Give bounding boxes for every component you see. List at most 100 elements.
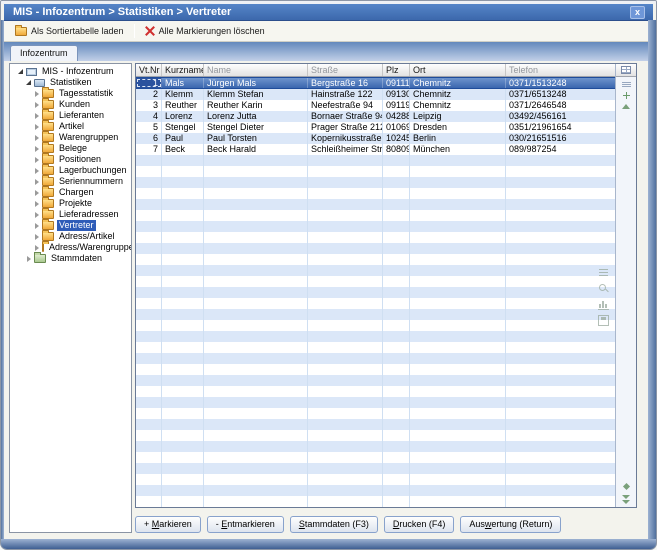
column-header-stra-e[interactable]: Straße [308, 64, 383, 76]
tree-item-mis-infozentrum[interactable]: MIS - Infozentrum [10, 66, 131, 77]
expand-arrow-icon[interactable] [32, 102, 41, 108]
empty-cell [204, 199, 308, 210]
expand-arrow-icon[interactable] [32, 234, 41, 240]
column-header-name[interactable]: Name [204, 64, 308, 76]
expand-arrow-icon[interactable] [32, 113, 41, 119]
column-chooser-icon[interactable] [621, 66, 631, 74]
column-header-telefon[interactable]: Telefon [506, 64, 615, 76]
cell: 04288 [383, 111, 410, 122]
table-row[interactable]: 2KlemmKlemm StefanHainstraße 12209130Che… [136, 89, 615, 100]
tree-item-artikel[interactable]: Artikel [10, 121, 131, 132]
tree-item-adress-artikel[interactable]: Adress/Artikel [10, 231, 131, 242]
auswertung-button[interactable]: Auswertung (Return) [460, 516, 561, 533]
expand-arrow-icon[interactable] [32, 91, 41, 97]
expand-arrow-icon[interactable] [32, 201, 41, 207]
data-grid: Vt.NrKurznameNameStraßePlzOrtTelefon 1Ma… [135, 63, 637, 508]
markieren-button[interactable]: + Markieren [135, 516, 201, 533]
tree-item-statistiken[interactable]: Statistiken [10, 77, 131, 88]
tree-item-tagesstatistik[interactable]: Tagesstatistik [10, 88, 131, 99]
tree-item-lieferanten[interactable]: Lieferanten [10, 110, 131, 121]
entmarkieren-button[interactable]: - Entmarkieren [207, 516, 284, 533]
tree-item-label: Lieferadressen [57, 209, 121, 220]
plus-icon[interactable] [623, 92, 630, 99]
expand-arrow-icon[interactable] [32, 124, 41, 130]
button-label: ntmarkieren [227, 519, 275, 529]
tree-item-positionen[interactable]: Positionen [10, 154, 131, 165]
table-row[interactable]: 6PaulPaul TorstenKopernikusstraße 471024… [136, 133, 615, 144]
empty-cell [410, 419, 506, 430]
drucken-button[interactable]: Drucken (F4) [384, 516, 455, 533]
chart-icon[interactable] [598, 299, 609, 310]
diamond-icon[interactable] [622, 483, 629, 490]
expand-arrow-icon[interactable] [24, 256, 33, 262]
column-header-vt-nr[interactable]: Vt.Nr [136, 64, 162, 76]
close-button[interactable]: x [630, 6, 645, 19]
expand-arrow-icon[interactable] [32, 190, 41, 196]
load-sort-table-button[interactable]: Als Sortiertabelle laden [10, 24, 129, 38]
tree-item-kunden[interactable]: Kunden [10, 99, 131, 110]
tree-item-lagerbuchungen[interactable]: Lagerbuchungen [10, 165, 131, 176]
cell: 10245 [383, 133, 410, 144]
empty-cell [308, 254, 383, 265]
expand-arrow-icon[interactable] [32, 135, 41, 141]
empty-cell [383, 298, 410, 309]
expand-arrow-icon[interactable] [32, 146, 41, 152]
expand-arrow-icon[interactable] [32, 168, 41, 174]
collapse-arrow-icon[interactable] [24, 80, 33, 85]
grip-icon[interactable] [622, 82, 631, 83]
empty-cell [308, 496, 383, 507]
empty-cell [410, 166, 506, 177]
tree-item-seriennummern[interactable]: Seriennummern [10, 176, 131, 187]
export-icon[interactable] [598, 315, 609, 326]
tree-item-projekte[interactable]: Projekte [10, 198, 131, 209]
table-row[interactable]: 1MalsJürgen MalsBergstraße 1609111Chemni… [136, 77, 615, 89]
cell: Jürgen Mals [204, 78, 308, 88]
column-header-ort[interactable]: Ort [410, 64, 506, 76]
tree-item-adress-warengruppen[interactable]: Adress/Warengruppen [10, 242, 131, 253]
empty-cell [136, 386, 162, 397]
tree-item-belege[interactable]: Belege [10, 143, 131, 154]
folder-icon [42, 243, 44, 252]
stammdaten-button[interactable]: Stammdaten (F3) [290, 516, 378, 533]
search-icon[interactable] [598, 283, 609, 294]
tab-infozentrum[interactable]: Infozentrum [10, 45, 78, 61]
table-row[interactable]: 4LorenzLorenz JuttaBornaer Straße 940428… [136, 111, 615, 122]
cell: Chemnitz [410, 100, 506, 111]
expand-arrow-icon[interactable] [32, 157, 41, 163]
cell: 0371/6513248 [506, 89, 615, 100]
column-header-plz[interactable]: Plz [383, 64, 410, 76]
empty-cell [204, 496, 308, 507]
tree-item-vertreter[interactable]: Vertreter [10, 220, 131, 231]
column-header-kurzname[interactable]: Kurzname [162, 64, 204, 76]
table-row[interactable]: 3ReutherReuther KarinNeefestraße 9409119… [136, 100, 615, 111]
scroll-top-icon[interactable] [622, 104, 630, 109]
table-row[interactable]: 5StengelStengel DieterPrager Straße 2120… [136, 122, 615, 133]
cell: Prager Straße 212 [308, 122, 383, 133]
empty-row [136, 331, 615, 342]
tree-item-warengruppen[interactable]: Warengruppen [10, 132, 131, 143]
expand-arrow-icon[interactable] [32, 179, 41, 185]
expand-arrow-icon[interactable] [32, 212, 41, 218]
cell: Chemnitz [410, 89, 506, 100]
collapse-arrow-icon[interactable] [16, 69, 25, 74]
empty-cell [410, 254, 506, 265]
expand-arrow-icon[interactable] [32, 245, 41, 251]
empty-cell [506, 177, 615, 188]
tree-item-lieferadressen[interactable]: Lieferadressen [10, 209, 131, 220]
empty-row [136, 430, 615, 441]
empty-cell [383, 287, 410, 298]
empty-cell [410, 430, 506, 441]
clear-marks-button[interactable]: Alle Markierungen löschen [140, 24, 270, 38]
empty-row [136, 342, 615, 353]
empty-cell [383, 265, 410, 276]
tree-item-chargen[interactable]: Chargen [10, 187, 131, 198]
tree-item-label: Tagesstatistik [57, 88, 115, 99]
tree-item-stammdaten[interactable]: Stammdaten [10, 253, 131, 264]
scroll-bottom-icon[interactable] [622, 495, 630, 499]
empty-row [136, 386, 615, 397]
expand-arrow-icon[interactable] [32, 223, 41, 229]
empty-cell [162, 298, 204, 309]
table-row[interactable]: 7BeckBeck HaraldSchleißheimer Straße 378… [136, 144, 615, 155]
menu-icon[interactable] [598, 267, 609, 278]
folder-icon [42, 166, 54, 175]
